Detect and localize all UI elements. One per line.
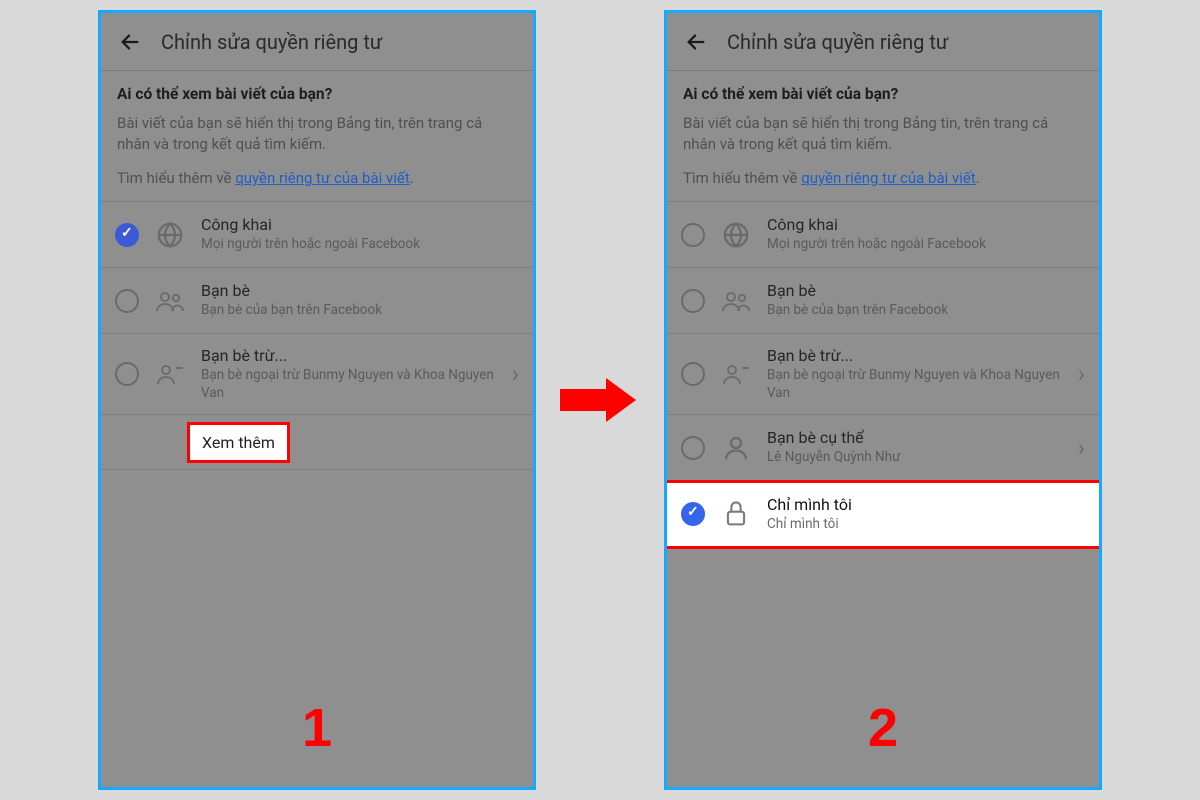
intro-block: Ai có thể xem bài viết của bạn? Bài viết… xyxy=(667,71,1099,201)
option-friends-except[interactable]: Bạn bè trừ... Bạn bè ngoại trừ Bunmy Ngu… xyxy=(667,333,1099,414)
privacy-link[interactable]: quyền riêng tư của bài viết xyxy=(235,169,410,187)
option-sub: Bạn bè của bạn trên Facebook xyxy=(767,302,1087,320)
option-label: Bạn bè trừ... xyxy=(767,346,1072,366)
header: Chỉnh sửa quyền riêng tư xyxy=(667,13,1099,71)
friends-except-icon xyxy=(719,357,753,391)
step-number-1: 1 xyxy=(101,697,533,759)
radio-unselected[interactable] xyxy=(681,289,705,313)
radio-unselected[interactable] xyxy=(681,223,705,247)
radio-selected[interactable] xyxy=(681,502,705,526)
back-button[interactable] xyxy=(681,27,711,57)
radio-unselected[interactable] xyxy=(115,362,139,386)
step-number-2: 2 xyxy=(667,697,1099,759)
radio-unselected[interactable] xyxy=(681,362,705,386)
phone-screen-1: Chỉnh sửa quyền riêng tư Ai có thể xem b… xyxy=(98,10,536,790)
privacy-link[interactable]: quyền riêng tư của bài viết xyxy=(801,169,976,187)
radio-unselected[interactable] xyxy=(115,289,139,313)
option-public[interactable]: Công khai Mọi người trên hoặc ngoài Face… xyxy=(667,201,1099,267)
friends-except-icon xyxy=(153,357,187,391)
intro-learn: Tìm hiểu thêm về quyền riêng tư của bài … xyxy=(117,169,517,187)
learn-suffix: . xyxy=(410,169,414,187)
option-label: Bạn bè cụ thể xyxy=(767,428,1072,448)
radio-selected[interactable] xyxy=(115,223,139,247)
transition-arrow xyxy=(536,10,664,790)
option-sub: Chỉ mình tôi xyxy=(767,516,1087,534)
arrow-right-icon xyxy=(560,378,640,422)
back-button[interactable] xyxy=(115,27,145,57)
option-sub: Bạn bè ngoại trừ Bunmy Nguyen và Khoa Ng… xyxy=(767,367,1072,402)
option-sub: Lê Nguyễn Quỳnh Như xyxy=(767,449,1072,467)
arrow-left-icon xyxy=(119,31,141,53)
intro-block: Ai có thể xem bài viết của bạn? Bài viết… xyxy=(101,71,533,201)
option-friends[interactable]: Bạn bè Bạn bè của bạn trên Facebook xyxy=(667,267,1099,333)
intro-description: Bài viết của bạn sẽ hiển thị trong Bảng … xyxy=(117,113,517,155)
see-more-button[interactable]: Xem thêm xyxy=(187,422,290,463)
lock-icon xyxy=(719,497,753,531)
option-specific-friends[interactable]: Bạn bè cụ thể Lê Nguyễn Quỳnh Như › xyxy=(667,414,1099,480)
chevron-right-icon: › xyxy=(1072,360,1087,388)
chevron-right-icon: › xyxy=(506,360,521,388)
tutorial-stage: Chỉnh sửa quyền riêng tư Ai có thể xem b… xyxy=(98,10,1102,790)
option-label: Công khai xyxy=(767,215,1087,235)
option-label: Công khai xyxy=(201,215,521,235)
option-friends[interactable]: Bạn bè Bạn bè của bạn trên Facebook xyxy=(101,267,533,333)
intro-description: Bài viết của bạn sẽ hiển thị trong Bảng … xyxy=(683,113,1083,155)
option-public[interactable]: Công khai Mọi người trên hoặc ngoài Face… xyxy=(101,201,533,267)
option-label: Bạn bè xyxy=(201,281,521,301)
option-label: Bạn bè trừ... xyxy=(201,346,506,366)
option-sub: Mọi người trên hoặc ngoài Facebook xyxy=(201,236,521,254)
specific-friend-icon xyxy=(719,431,753,465)
intro-question: Ai có thể xem bài viết của bạn? xyxy=(117,85,517,103)
header-title: Chỉnh sửa quyền riêng tư xyxy=(161,30,382,54)
see-more-row[interactable]: Xem thêm xyxy=(101,414,533,470)
phone-screen-2: Chỉnh sửa quyền riêng tư Ai có thể xem b… xyxy=(664,10,1102,790)
option-label: Chỉ mình tôi xyxy=(767,495,1087,515)
header-title: Chỉnh sửa quyền riêng tư xyxy=(727,30,948,54)
friends-icon xyxy=(153,284,187,318)
friends-icon xyxy=(719,284,753,318)
arrow-left-icon xyxy=(685,31,707,53)
learn-prefix: Tìm hiểu thêm về xyxy=(117,169,235,187)
intro-learn: Tìm hiểu thêm về quyền riêng tư của bài … xyxy=(683,169,1083,187)
globe-icon xyxy=(719,218,753,252)
intro-question: Ai có thể xem bài viết của bạn? xyxy=(683,85,1083,103)
learn-prefix: Tìm hiểu thêm về xyxy=(683,169,801,187)
header: Chỉnh sửa quyền riêng tư xyxy=(101,13,533,71)
option-sub: Mọi người trên hoặc ngoài Facebook xyxy=(767,236,1087,254)
globe-icon xyxy=(153,218,187,252)
radio-unselected[interactable] xyxy=(681,436,705,460)
learn-suffix: . xyxy=(976,169,980,187)
chevron-right-icon: › xyxy=(1072,434,1087,462)
option-friends-except[interactable]: Bạn bè trừ... Bạn bè ngoại trừ Bunmy Ngu… xyxy=(101,333,533,414)
option-sub: Bạn bè ngoại trừ Bunmy Nguyen và Khoa Ng… xyxy=(201,367,506,402)
option-only-me[interactable]: Chỉ mình tôi Chỉ mình tôi xyxy=(667,480,1099,549)
option-label: Bạn bè xyxy=(767,281,1087,301)
option-sub: Bạn bè của bạn trên Facebook xyxy=(201,302,521,320)
